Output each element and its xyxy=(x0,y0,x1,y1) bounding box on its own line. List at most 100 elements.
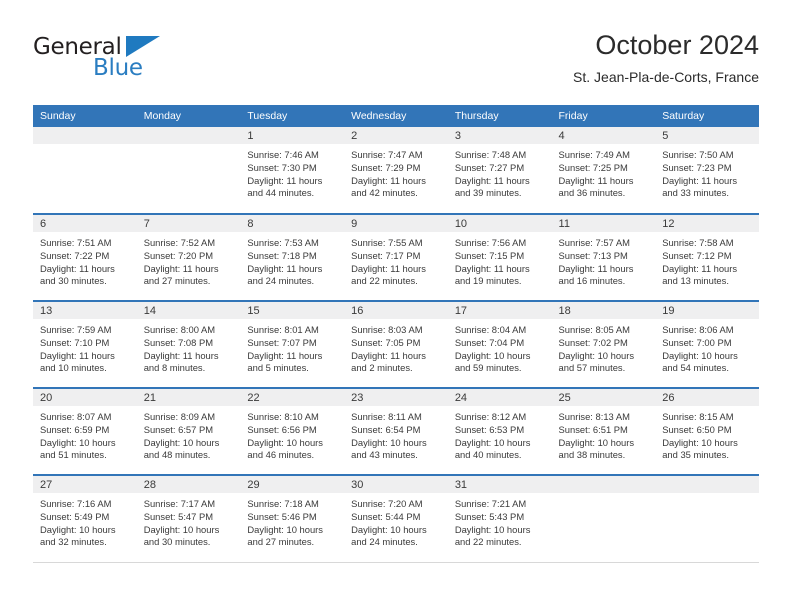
day-details: Sunrise: 7:49 AM Sunset: 7:25 PM Daylight:… xyxy=(552,144,656,200)
daylight-duration-line1: Daylight: 10 hours xyxy=(558,436,635,448)
calendar-day-cell[interactable]: 19 Sunrise: 8:06 AM Sunset: 7:00 PM Dayligh… xyxy=(655,300,759,388)
daylight-duration-line1: Daylight: 11 hours xyxy=(351,349,426,361)
day-number xyxy=(551,476,656,493)
day-number: 30 xyxy=(344,476,448,493)
day-details: Sunrise: 7:53 AM Sunset: 7:18 PM Daylight:… xyxy=(240,232,344,288)
daylight-duration-line1: Daylight: 10 hours xyxy=(351,436,427,448)
calendar-grid: Sunday Monday Tuesday Wednesday Thursday… xyxy=(33,105,759,563)
calendar-week-row: 13 Sunrise: 7:59 AM Sunset: 7:10 PM Dayligh… xyxy=(33,300,759,388)
brand-name-blue: Blue xyxy=(93,55,143,81)
page-subtitle: St. Jean-Pla-de-Corts, France xyxy=(573,69,759,85)
daylight-duration-line1: Daylight: 10 hours xyxy=(662,436,738,448)
daylight-duration-line2: and 48 minutes. xyxy=(143,449,211,461)
calendar-day-cell[interactable]: 30 Sunrise: 7:20 AM Sunset: 5:44 PM Dayligh… xyxy=(344,474,448,563)
calendar-day-cell[interactable]: 16 Sunrise: 8:03 AM Sunset: 7:05 PM Dayligh… xyxy=(344,300,448,388)
calendar-day-cell[interactable]: 22 Sunrise: 8:10 AM Sunset: 6:56 PM Dayligh… xyxy=(240,387,345,475)
sunset-time: Sunset: 7:29 PM xyxy=(351,161,421,173)
day-details: Sunrise: 8:01 AM Sunset: 7:07 PM Daylight:… xyxy=(240,319,344,375)
calendar-day-cell[interactable]: 6 Sunrise: 7:51 AM Sunset: 7:22 PM Daylight… xyxy=(33,213,137,301)
sunset-time: Sunset: 7:04 PM xyxy=(454,336,525,348)
day-details: Sunrise: 7:52 AM Sunset: 7:20 PM Daylight:… xyxy=(137,232,241,288)
calendar-day-cell[interactable]: 28 Sunrise: 7:17 AM Sunset: 5:47 PM Dayligh… xyxy=(136,474,241,563)
daylight-duration-line2: and 59 minutes. xyxy=(454,362,522,374)
day-number: 24 xyxy=(447,389,552,406)
calendar-day-cell[interactable]: 31 Sunrise: 7:21 AM Sunset: 5:43 PM Dayligh… xyxy=(447,474,552,563)
sunrise-time: Sunrise: 7:59 AM xyxy=(40,324,112,335)
daylight-duration-line2: and 35 minutes. xyxy=(662,449,729,461)
calendar-day-cell[interactable]: 7 Sunrise: 7:52 AM Sunset: 7:20 PM Daylight… xyxy=(136,213,241,301)
sunrise-time: Sunrise: 7:57 AM xyxy=(558,237,630,248)
day-details: Sunrise: 8:05 AM Sunset: 7:02 PM Daylight:… xyxy=(552,319,656,375)
day-number: 22 xyxy=(240,389,345,406)
day-number: 29 xyxy=(240,476,345,493)
day-details: Sunrise: 7:17 AM Sunset: 5:47 PM Daylight:… xyxy=(137,493,241,549)
day-number: 13 xyxy=(33,302,137,319)
sunrise-time: Sunrise: 7:46 AM xyxy=(247,149,319,160)
calendar-day-cell[interactable]: 17 Sunrise: 8:04 AM Sunset: 7:04 PM Dayligh… xyxy=(447,300,552,388)
calendar-day-cell[interactable]: 4 Sunrise: 7:49 AM Sunset: 7:25 PM Daylight… xyxy=(551,127,656,214)
day-number: 20 xyxy=(33,389,137,406)
day-details: Sunrise: 7:18 AM Sunset: 5:46 PM Daylight:… xyxy=(240,493,344,549)
day-number: 6 xyxy=(33,215,137,232)
calendar-day-cell[interactable]: 5 Sunrise: 7:50 AM Sunset: 7:23 PM Daylight… xyxy=(655,127,759,214)
daylight-duration-line2: and 43 minutes. xyxy=(351,449,418,461)
daylight-duration-line1: Daylight: 11 hours xyxy=(40,349,115,361)
day-number xyxy=(33,127,137,144)
daylight-duration-line2: and 33 minutes. xyxy=(662,187,729,199)
day-details: Sunrise: 7:59 AM Sunset: 7:10 PM Daylight:… xyxy=(33,319,137,375)
calendar-day-cell[interactable]: 3 Sunrise: 7:48 AM Sunset: 7:27 PM Daylight… xyxy=(447,127,552,214)
sunset-time: Sunset: 7:00 PM xyxy=(662,336,732,348)
triangle-icon xyxy=(126,36,160,57)
sunrise-time: Sunrise: 8:05 AM xyxy=(558,324,630,335)
brand-logo[interactable]: General Blue xyxy=(33,34,163,86)
daylight-duration-line1: Daylight: 10 hours xyxy=(558,349,635,361)
calendar-body: 1 Sunrise: 7:46 AM Sunset: 7:30 PM Daylight… xyxy=(33,127,759,563)
day-details: Sunrise: 7:58 AM Sunset: 7:12 PM Daylight:… xyxy=(655,232,759,288)
daylight-duration-line1: Daylight: 11 hours xyxy=(143,262,219,274)
calendar-day-cell[interactable]: 26 Sunrise: 8:15 AM Sunset: 6:50 PM Dayligh… xyxy=(655,387,759,475)
calendar-day-cell[interactable]: 11 Sunrise: 7:57 AM Sunset: 7:13 PM Dayligh… xyxy=(551,213,656,301)
day-details: Sunrise: 7:55 AM Sunset: 7:17 PM Daylight:… xyxy=(344,232,448,288)
daylight-duration-line2: and 13 minutes. xyxy=(662,275,729,287)
calendar-day-cell[interactable]: 21 Sunrise: 8:09 AM Sunset: 6:57 PM Dayligh… xyxy=(136,387,241,475)
day-number: 2 xyxy=(344,127,448,144)
sunset-time: Sunset: 6:53 PM xyxy=(454,423,525,435)
day-details xyxy=(33,144,137,149)
daylight-duration-line1: Daylight: 11 hours xyxy=(247,349,323,361)
page-header: General Blue October 2024 St. Jean-Pla-d… xyxy=(33,28,759,96)
calendar-day-cell[interactable]: 18 Sunrise: 8:05 AM Sunset: 7:02 PM Dayligh… xyxy=(551,300,656,388)
day-details: Sunrise: 8:13 AM Sunset: 6:51 PM Daylight:… xyxy=(552,406,656,462)
daylight-duration-line2: and 27 minutes. xyxy=(143,275,211,287)
daylight-duration-line2: and 22 minutes. xyxy=(351,275,418,287)
calendar-day-cell[interactable]: 8 Sunrise: 7:53 AM Sunset: 7:18 PM Daylight… xyxy=(240,213,345,301)
day-number: 10 xyxy=(447,215,552,232)
day-number: 27 xyxy=(33,476,137,493)
calendar-day-cell[interactable]: 9 Sunrise: 7:55 AM Sunset: 7:17 PM Daylight… xyxy=(344,213,448,301)
calendar-day-cell[interactable]: 15 Sunrise: 8:01 AM Sunset: 7:07 PM Dayligh… xyxy=(240,300,345,388)
calendar-day-cell[interactable]: 29 Sunrise: 7:18 AM Sunset: 5:46 PM Dayligh… xyxy=(240,474,345,563)
daylight-duration-line1: Daylight: 11 hours xyxy=(454,262,530,274)
daylight-duration-line1: Daylight: 10 hours xyxy=(143,523,220,535)
calendar-day-cell[interactable]: 25 Sunrise: 8:13 AM Sunset: 6:51 PM Dayligh… xyxy=(551,387,656,475)
calendar-day-cell[interactable]: 20 Sunrise: 8:07 AM Sunset: 6:59 PM Dayligh… xyxy=(33,387,137,475)
sunrise-time: Sunrise: 7:51 AM xyxy=(40,237,112,248)
sunrise-time: Sunrise: 8:03 AM xyxy=(351,324,423,335)
calendar-day-cell[interactable]: 13 Sunrise: 7:59 AM Sunset: 7:10 PM Dayligh… xyxy=(33,300,137,388)
calendar-day-cell[interactable]: 14 Sunrise: 8:00 AM Sunset: 7:08 PM Dayligh… xyxy=(136,300,241,388)
sunrise-time: Sunrise: 7:55 AM xyxy=(351,237,423,248)
calendar-day-cell[interactable]: 12 Sunrise: 7:58 AM Sunset: 7:12 PM Dayligh… xyxy=(655,213,759,301)
calendar-day-cell[interactable]: 27 Sunrise: 7:16 AM Sunset: 5:49 PM Dayligh… xyxy=(33,474,137,563)
day-details: Sunrise: 8:03 AM Sunset: 7:05 PM Daylight:… xyxy=(344,319,448,375)
daylight-duration-line1: Daylight: 11 hours xyxy=(558,262,634,274)
daylight-duration-line2: and 57 minutes. xyxy=(558,362,626,374)
calendar-day-cell[interactable]: 2 Sunrise: 7:47 AM Sunset: 7:29 PM Daylight… xyxy=(344,127,448,214)
daylight-duration-line1: Daylight: 11 hours xyxy=(662,174,738,186)
calendar-day-cell[interactable]: 1 Sunrise: 7:46 AM Sunset: 7:30 PM Daylight… xyxy=(240,127,345,214)
calendar-day-cell[interactable]: 24 Sunrise: 8:12 AM Sunset: 6:53 PM Dayligh… xyxy=(447,387,552,475)
day-details: Sunrise: 8:12 AM Sunset: 6:53 PM Daylight:… xyxy=(448,406,552,462)
daylight-duration-line2: and 38 minutes. xyxy=(558,449,626,461)
daylight-duration-line1: Daylight: 10 hours xyxy=(40,436,116,448)
calendar-day-cell[interactable]: 23 Sunrise: 8:11 AM Sunset: 6:54 PM Dayligh… xyxy=(344,387,448,475)
calendar-day-cell[interactable]: 10 Sunrise: 7:56 AM Sunset: 7:15 PM Dayligh… xyxy=(447,213,552,301)
calendar-week-row: 20 Sunrise: 8:07 AM Sunset: 6:59 PM Dayligh… xyxy=(33,387,759,475)
